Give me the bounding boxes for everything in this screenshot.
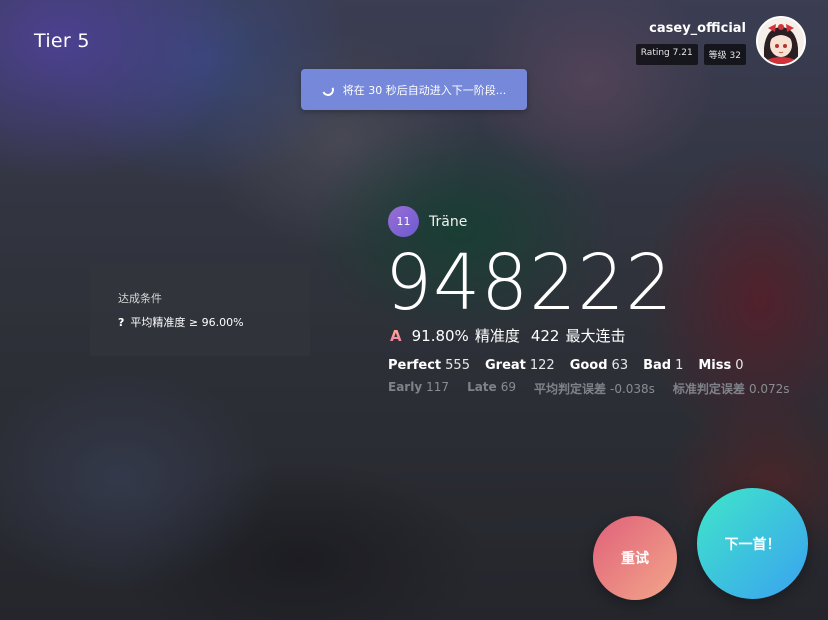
judgement-miss: Miss 0 (698, 358, 744, 373)
judgement-perfect: Perfect 555 (388, 358, 470, 373)
tier-label: Tier 5 (34, 30, 90, 52)
accuracy-line: A 91.80% 精准度 422 最大连击 (390, 325, 625, 346)
profile-badges: Rating 7.21 等级 32 (635, 44, 746, 65)
judgement-bad: Bad 1 (643, 358, 684, 373)
toast-text: 将在 30 秒后自动进入下一阶段... (342, 83, 507, 97)
avatar-image (758, 18, 804, 64)
stat-std-offset: 标准判定误差 0.072s (672, 382, 790, 396)
requirement-panel: 达成条件 ? 平均精准度 ≥ 96.00% (90, 263, 310, 356)
profile[interactable]: casey_official Rating 7.21 等级 32 (635, 16, 806, 66)
song-info: 11 Träne (388, 206, 467, 237)
requirement-text: 平均精准度 ≥ 96.00% (130, 316, 244, 329)
judgement-good: Good 63 (569, 358, 629, 373)
difficulty-badge: 11 (388, 206, 419, 237)
question-mark-icon: ? (118, 315, 125, 329)
retry-button[interactable]: 重试 (593, 516, 677, 600)
max-combo-label: 最大连击 (565, 327, 626, 345)
username: casey_official (649, 21, 746, 36)
profile-info: casey_official Rating 7.21 等级 32 (635, 16, 746, 65)
song-title: Träne (429, 213, 468, 230)
stat-mean-offset: 平均判定误差 -0.038s (533, 382, 655, 396)
next-song-button[interactable]: 下一首！ (697, 488, 808, 599)
loading-spinner-icon (320, 81, 336, 98)
accuracy-label: 精准度 (474, 327, 520, 345)
accuracy-value: 91.80% (411, 326, 469, 345)
grade-icon: A (390, 326, 402, 345)
rating-badge: Rating 7.21 (635, 44, 698, 65)
judgement-counts: Perfect 555 Great 122 Good 63 Bad 1 Miss 0 (388, 358, 744, 373)
score: 948222 (385, 238, 674, 328)
timing-stats: Early 117 Late 69 平均判定误差 -0.038s 标准判定误差 0.07… (388, 380, 790, 397)
requirement-title: 达成条件 (118, 292, 162, 305)
avatar[interactable] (756, 16, 806, 66)
requirement-item: ? 平均精准度 ≥ 96.00% (118, 314, 310, 330)
stat-late: Late 69 (467, 380, 516, 394)
auto-advance-toast: 将在 30 秒后自动进入下一阶段... (301, 69, 527, 110)
max-combo-value: 422 (530, 326, 560, 345)
level-badge: 等级 32 (703, 44, 746, 65)
stat-early: Early 117 (388, 380, 450, 394)
judgement-great: Great 122 (484, 358, 555, 373)
